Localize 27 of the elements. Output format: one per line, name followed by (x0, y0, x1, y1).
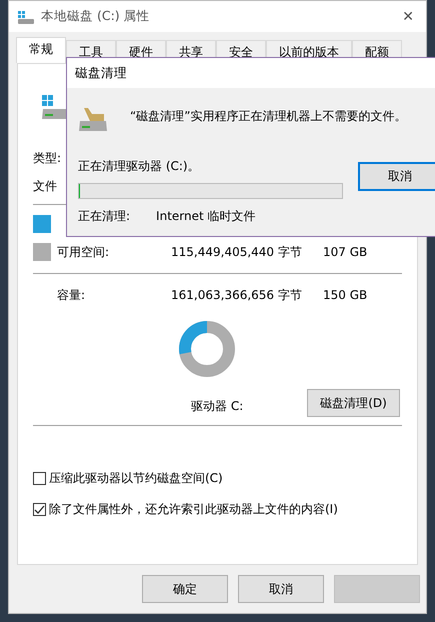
current-label: 正在清理: (78, 208, 130, 225)
space-label: 可用空间: (57, 244, 110, 260)
cancel-button[interactable]: 取消 (358, 162, 435, 191)
drive-icon (78, 106, 108, 132)
dialog-button[interactable]: 确定 (142, 575, 228, 603)
dialog-message: “磁盘清理”实用程序正在清理机器上不需要的文件。 (130, 108, 406, 125)
type-label: 类型: (33, 151, 62, 165)
close-button[interactable]: ✕ (390, 8, 426, 24)
checkbox[interactable] (33, 472, 46, 485)
status-text: 正在清理驱动器 (C:)。 (78, 158, 201, 175)
current-item: Internet 临时文件 (156, 208, 256, 225)
capacity-label: 容量: (57, 286, 86, 304)
checkbox-label[interactable]: 除了文件属性外，还允许索引此驱动器上文件的内容(I) (49, 501, 338, 518)
drive-label: 驱动器 C: (191, 398, 244, 415)
window-title: 本地磁盘 (C:) 属性 (41, 8, 151, 25)
capacity-size: 150 GB (323, 288, 368, 302)
capacity-bytes: 161,063,366,656 字节 (171, 286, 303, 304)
dialog-button[interactable]: 取消 (238, 575, 324, 603)
space-size: 107 GB (323, 245, 368, 259)
disk-cleanup-button[interactable]: 磁盘清理(D) (307, 389, 400, 417)
file-system-label: 文件 (33, 179, 57, 193)
dialog-title: 磁盘清理 (75, 64, 127, 82)
drive-icon (17, 10, 35, 24)
checkbox-label[interactable]: 压缩此驱动器以节约磁盘空间(C) (49, 470, 223, 487)
space-bytes: 115,449,405,440 字节 (171, 244, 303, 260)
checkbox[interactable] (33, 503, 46, 516)
tab[interactable]: 常规 (16, 37, 66, 63)
